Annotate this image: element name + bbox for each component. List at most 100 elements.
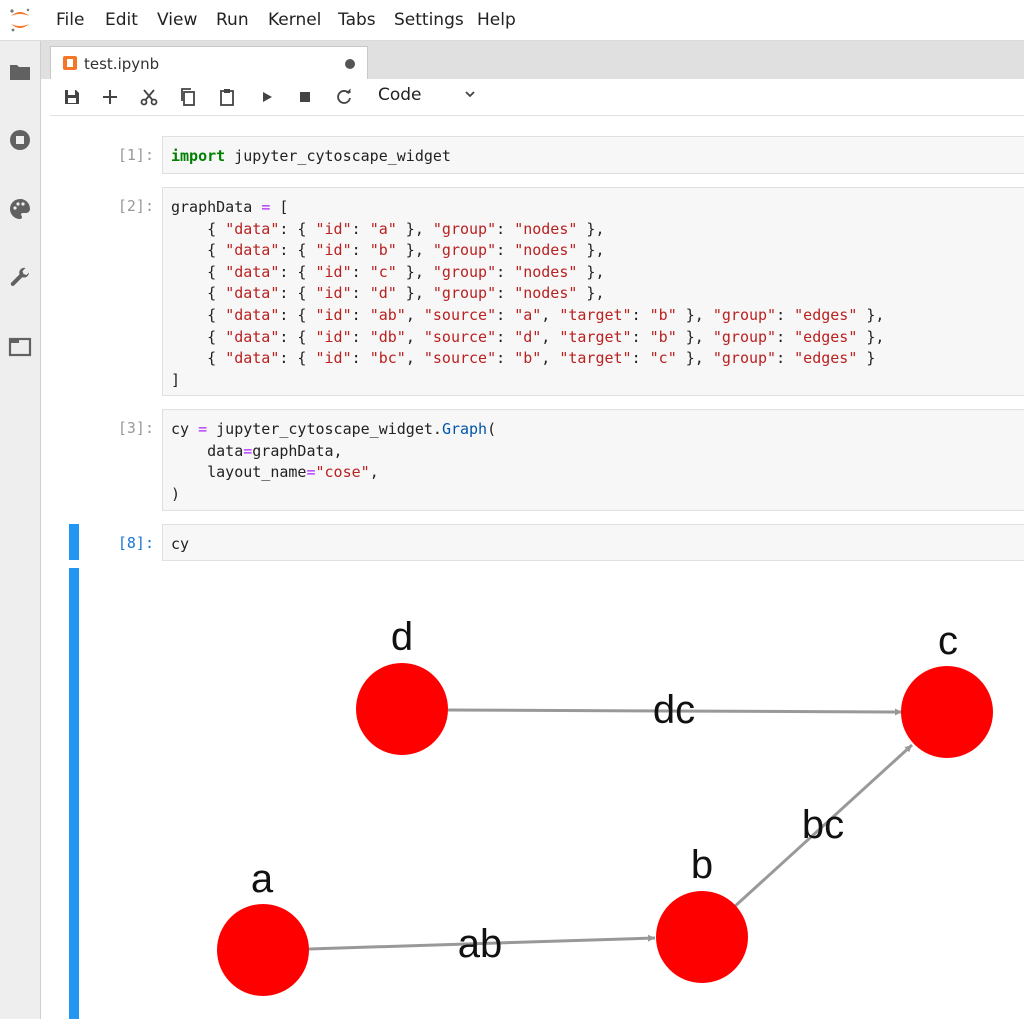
folder-icon[interactable]	[8, 60, 32, 84]
node-label-c: c	[938, 619, 958, 663]
code-token: ]	[171, 370, 181, 389]
node-c[interactable]	[901, 666, 993, 758]
code-token: :	[351, 219, 370, 238]
cell-type-dropdown[interactable]: Code	[378, 85, 478, 109]
code-token: :	[776, 349, 795, 368]
code-token: "data"	[225, 262, 280, 281]
code-cell[interactable]: cy = jupyter_cytoscape_widget.Graph( dat…	[162, 409, 1024, 511]
node-b[interactable]	[656, 891, 748, 983]
cell-prompt: [8]:	[117, 534, 154, 552]
running-stop-icon[interactable]	[8, 128, 32, 152]
menu-file[interactable]: File	[56, 10, 84, 30]
save-icon[interactable]	[62, 87, 82, 107]
code-token: "id"	[315, 327, 352, 346]
code-token: cy	[171, 535, 190, 553]
code-token: "data"	[225, 284, 280, 303]
code-token: "b"	[649, 327, 677, 346]
code-token: [	[270, 198, 289, 216]
code-token: )	[171, 484, 181, 503]
unsaved-indicator-icon[interactable]	[345, 59, 355, 69]
menu-settings[interactable]: Settings	[394, 10, 464, 30]
code-token: cy	[171, 420, 199, 438]
node-a[interactable]	[217, 904, 309, 996]
code-token: : {	[279, 305, 316, 324]
code-token: "cose"	[315, 463, 370, 482]
code-token: "edges"	[794, 327, 858, 346]
node-d[interactable]	[356, 663, 448, 755]
code-token: "target"	[559, 349, 632, 368]
tabs-icon[interactable]	[8, 335, 32, 359]
code-cell[interactable]: graphData = [ { "data": { "id": "a" }, "…	[162, 187, 1024, 396]
code-token: "source"	[423, 305, 497, 324]
code-token: ,	[541, 349, 560, 368]
code-token: "source"	[423, 349, 497, 368]
menu-edit[interactable]: Edit	[105, 10, 138, 30]
code-token: :	[496, 327, 515, 346]
code-token: },	[577, 262, 605, 281]
code-token: : {	[279, 327, 316, 346]
add-cell-icon[interactable]	[100, 87, 120, 107]
output-collapser[interactable]	[69, 568, 79, 1019]
tab-test-ipynb[interactable]: test.ipynb	[50, 46, 368, 81]
code-cell[interactable]: import jupyter_cytoscape_widget	[162, 136, 1024, 174]
code-token: data	[171, 441, 244, 460]
code-token: "group"	[432, 284, 497, 303]
code-token: =	[306, 463, 316, 482]
code-line: cy = jupyter_cytoscape_widget.Graph(	[171, 419, 1024, 441]
menu-run[interactable]: Run	[216, 10, 249, 30]
code-line: { "data": { "id": "bc", "source": "b", "…	[171, 348, 1024, 370]
menu-help[interactable]: Help	[477, 10, 516, 30]
code-token: "group"	[712, 305, 777, 324]
code-token: "data"	[225, 241, 280, 260]
code-line: { "data": { "id": "b" }, "group": "nodes…	[171, 240, 1024, 262]
code-token: "group"	[712, 349, 777, 368]
cytoscape-graph[interactable]: dc ab bc d c a b	[162, 572, 1024, 1019]
code-token: "a"	[514, 305, 542, 324]
code-token: },	[396, 262, 433, 281]
code-token: "id"	[315, 241, 352, 260]
code-token: : {	[279, 284, 316, 303]
code-token: {	[171, 219, 226, 238]
code-token: ,	[405, 349, 424, 368]
code-token: "target"	[559, 305, 632, 324]
menu-view[interactable]: View	[157, 10, 197, 30]
chevron-down-icon	[465, 91, 475, 98]
cell-prompt: [1]:	[117, 146, 154, 164]
run-icon[interactable]	[257, 87, 277, 107]
code-line: { "data": { "id": "c" }, "group": "nodes…	[171, 262, 1024, 284]
menu-tabs[interactable]: Tabs	[338, 10, 376, 30]
code-cell[interactable]: cy	[162, 524, 1024, 561]
code-token: "b"	[649, 305, 677, 324]
code-token: :	[351, 327, 370, 346]
node-label-a: a	[251, 857, 274, 901]
code-line: import jupyter_cytoscape_widget	[171, 146, 1024, 168]
code-token: :	[351, 305, 370, 324]
restart-icon[interactable]	[334, 87, 354, 107]
cytoscape-output[interactable]: dc ab bc d c a b	[162, 572, 1024, 1019]
code-token: "group"	[712, 327, 777, 346]
code-token: "b"	[369, 241, 397, 260]
palette-icon[interactable]	[8, 197, 32, 221]
code-token: "nodes"	[514, 241, 578, 260]
code-token: "id"	[315, 219, 352, 238]
code-line: { "data": { "id": "ab", "source": "a", "…	[171, 305, 1024, 327]
code-token: {	[171, 349, 226, 368]
code-token: :	[496, 262, 515, 281]
code-line: cy	[171, 534, 1024, 556]
cut-icon[interactable]	[139, 87, 159, 107]
wrench-icon[interactable]	[8, 266, 32, 290]
code-token: :	[496, 241, 515, 260]
code-token: {	[171, 284, 226, 303]
code-token: (	[487, 420, 497, 438]
code-token: "c"	[649, 349, 677, 368]
code-token: graphData	[171, 198, 262, 216]
paste-icon[interactable]	[217, 87, 237, 107]
code-token: : {	[279, 262, 316, 281]
left-sidebar	[0, 41, 41, 1019]
menu-kernel[interactable]: Kernel	[268, 10, 321, 30]
node-label-d: d	[391, 615, 413, 659]
code-token: :	[496, 349, 515, 368]
stop-icon[interactable]	[295, 87, 315, 107]
code-token: "ab"	[369, 305, 406, 324]
copy-icon[interactable]	[178, 87, 198, 107]
